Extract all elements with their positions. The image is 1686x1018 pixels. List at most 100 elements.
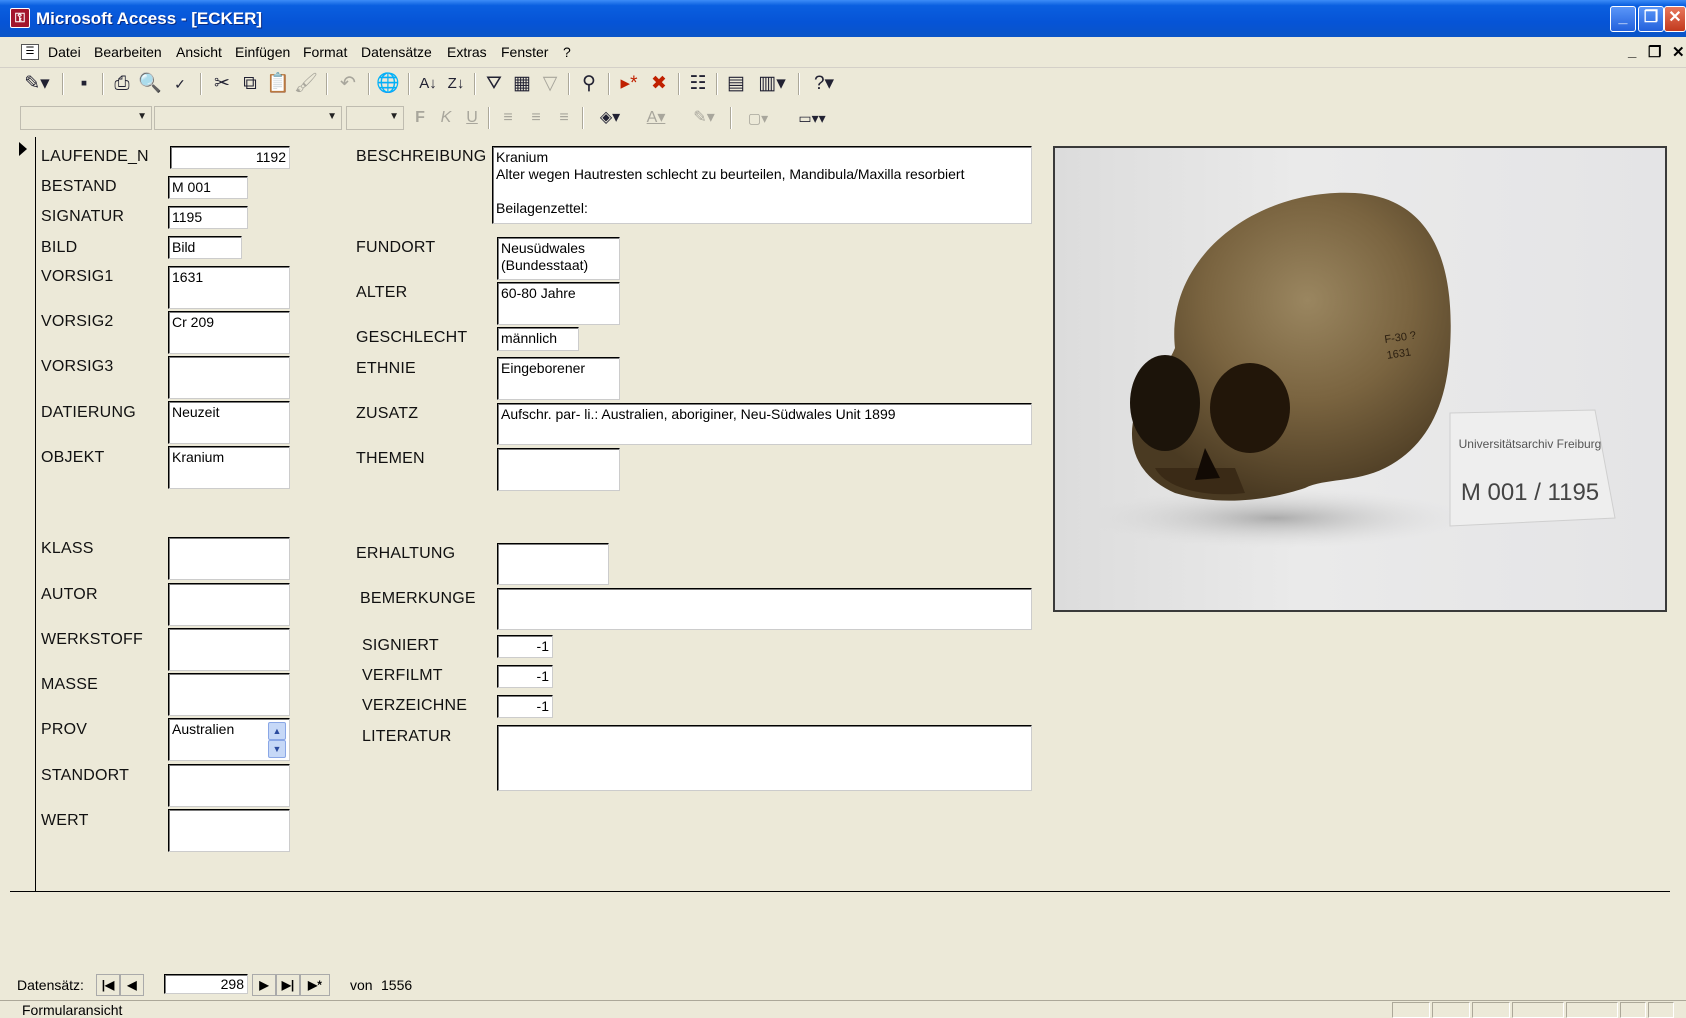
new-object-icon[interactable]: ▥▾ <box>754 71 790 97</box>
new-record-nav-icon[interactable]: ▶* <box>300 974 330 996</box>
label-prov: PROV <box>41 721 88 738</box>
label-zusatz: ZUSATZ <box>356 405 419 422</box>
geschlecht-field[interactable]: männlich <box>497 327 579 351</box>
masse-field[interactable] <box>168 673 290 716</box>
filter-by-selection-icon[interactable]: ⛛ <box>482 71 506 97</box>
menu-einfuegen[interactable]: Einfügen <box>235 44 290 60</box>
close-button[interactable]: ✕ <box>1664 6 1686 32</box>
menu-fenster[interactable]: Fenster <box>501 44 548 60</box>
vorsig3-field[interactable] <box>168 356 290 399</box>
paste-icon[interactable]: 📋 <box>266 71 290 97</box>
help-icon[interactable]: ?▾ <box>806 71 842 97</box>
bestand-field[interactable]: M 001 <box>168 176 248 199</box>
menu-bearbeiten[interactable]: Bearbeiten <box>94 44 162 60</box>
font-size-combo[interactable]: ▼ <box>346 106 404 130</box>
align-center-icon[interactable]: ≡ <box>524 105 548 131</box>
new-record-icon[interactable]: ▸* <box>616 71 642 97</box>
print-preview-icon[interactable]: 🔍 <box>138 71 162 97</box>
border-width-icon[interactable]: ▢▾ <box>738 105 778 131</box>
special-effect-icon[interactable]: ▭▾▾ <box>786 105 838 131</box>
line-color-icon[interactable]: ✎▾ <box>684 105 724 131</box>
formatting-toolbar: ▼ ▼ ▼ F K U ≡ ≡ ≡ ◈▾ A▾ ✎▾ ▢▾ ▭▾▾ <box>10 102 1686 135</box>
bemerkunge-field[interactable] <box>497 588 1032 630</box>
laufende-n-field[interactable]: 1192 <box>170 146 290 169</box>
skull-photo: Universitätsarchiv Freiburg M 001 / 1195… <box>1085 192 1616 548</box>
prov-scroll-down-icon[interactable]: ▼ <box>268 740 286 758</box>
object-combo[interactable]: ▼ <box>20 106 152 130</box>
zusatz-field[interactable]: Aufschr. par- li.: Australien, aborigine… <box>497 403 1032 445</box>
format-painter-icon[interactable]: 🖌 <box>294 71 318 97</box>
menu-extras[interactable]: Extras <box>447 44 487 60</box>
restore-button[interactable]: ❐ <box>1638 6 1664 32</box>
align-left-icon[interactable]: ≡ <box>496 105 520 131</box>
filter-by-form-icon[interactable]: ▦ <box>510 71 534 97</box>
objekt-field[interactable]: Kranium <box>168 446 290 489</box>
prov-scroll-up-icon[interactable]: ▲ <box>268 722 286 740</box>
sort-ascending-icon[interactable]: A↓ <box>416 71 440 97</box>
access-app-icon[interactable]: ⚿ <box>10 8 30 28</box>
properties-icon[interactable]: ☷ <box>686 71 710 97</box>
verfilmt-field[interactable]: -1 <box>497 665 553 688</box>
view-design-icon[interactable]: ✎▾ <box>20 71 54 97</box>
beschreibung-field[interactable]: Kranium Alter wegen Hautresten schlecht … <box>492 146 1032 224</box>
font-name-combo[interactable]: ▼ <box>154 106 342 130</box>
mdi-minimize-button[interactable]: _ <box>1628 43 1636 60</box>
next-record-icon[interactable]: ▶ <box>252 974 276 996</box>
mdi-close-button[interactable]: ✕ <box>1672 43 1685 61</box>
label-geschlecht: GESCHLECHT <box>356 329 468 346</box>
bild-field[interactable]: Bild <box>168 236 242 259</box>
menu-help[interactable]: ? <box>563 44 571 60</box>
previous-record-icon[interactable]: ◀ <box>120 974 144 996</box>
signatur-field[interactable]: 1195 <box>168 206 248 229</box>
alter-field[interactable]: 60-80 Jahre <box>497 282 620 325</box>
align-right-icon[interactable]: ≡ <box>552 105 576 131</box>
vorsig2-field[interactable]: Cr 209 <box>168 311 290 354</box>
database-window-icon[interactable]: ▤ <box>724 71 748 97</box>
fill-color-icon[interactable]: ◈▾ <box>590 105 630 131</box>
apply-filter-icon[interactable]: ▽ <box>538 71 562 97</box>
find-icon[interactable]: ⚲ <box>576 71 602 97</box>
record-selector[interactable] <box>10 137 36 892</box>
font-color-icon[interactable]: A▾ <box>636 105 676 131</box>
menu-format[interactable]: Format <box>303 44 347 60</box>
undo-icon[interactable]: ↶ <box>336 71 360 97</box>
vorsig1-field[interactable]: 1631 <box>168 266 290 309</box>
status-bar: Formularansicht <box>0 1000 1686 1018</box>
first-record-icon[interactable]: |◀ <box>96 974 120 996</box>
fundort-field[interactable]: Neusüdwales (Bundesstaat) <box>497 237 620 280</box>
menu-datensaetze[interactable]: Datensätze <box>361 44 432 60</box>
autor-field[interactable] <box>168 583 290 626</box>
minimize-button[interactable]: _ <box>1610 6 1636 32</box>
ethnie-field[interactable]: Eingeborener <box>497 357 620 400</box>
verzeichne-field[interactable]: -1 <box>497 695 553 718</box>
current-record-indicator-icon <box>19 142 27 156</box>
cut-icon[interactable]: ✂ <box>210 71 234 97</box>
spellcheck-icon[interactable]: ✓ <box>168 71 192 97</box>
italic-icon[interactable]: K <box>436 105 456 131</box>
menu-datei[interactable]: Datei <box>48 44 81 60</box>
werkstoff-field[interactable] <box>168 628 290 671</box>
delete-record-icon[interactable]: ✖ <box>646 71 672 97</box>
signiert-field[interactable]: -1 <box>497 635 553 658</box>
save-icon[interactable]: ▪ <box>72 71 96 97</box>
copy-icon[interactable]: ⧉ <box>238 71 262 97</box>
record-number-field[interactable]: 298 <box>164 974 248 994</box>
literatur-field[interactable] <box>497 725 1032 791</box>
mdi-restore-button[interactable]: ❐ <box>1648 43 1661 61</box>
sort-descending-icon[interactable]: Z↓ <box>444 71 468 97</box>
datierung-field[interactable]: Neuzeit <box>168 401 290 444</box>
record-of-label: von <box>350 977 373 993</box>
underline-icon[interactable]: U <box>462 105 482 131</box>
hyperlink-icon[interactable]: 🌐 <box>376 71 400 97</box>
erhaltung-field[interactable] <box>497 543 609 585</box>
last-record-icon[interactable]: ▶| <box>276 974 300 996</box>
bold-icon[interactable]: F <box>410 105 430 131</box>
menu-ansicht[interactable]: Ansicht <box>176 44 222 60</box>
bild-image-frame[interactable]: Universitätsarchiv Freiburg M 001 / 1195… <box>1053 146 1667 612</box>
themen-field[interactable] <box>497 448 620 491</box>
form-document-icon[interactable]: ☰ <box>21 44 39 60</box>
standort-field[interactable] <box>168 764 290 807</box>
klass-field[interactable] <box>168 537 290 580</box>
print-icon[interactable]: ⎙ <box>110 71 134 97</box>
wert-field[interactable] <box>168 809 290 852</box>
